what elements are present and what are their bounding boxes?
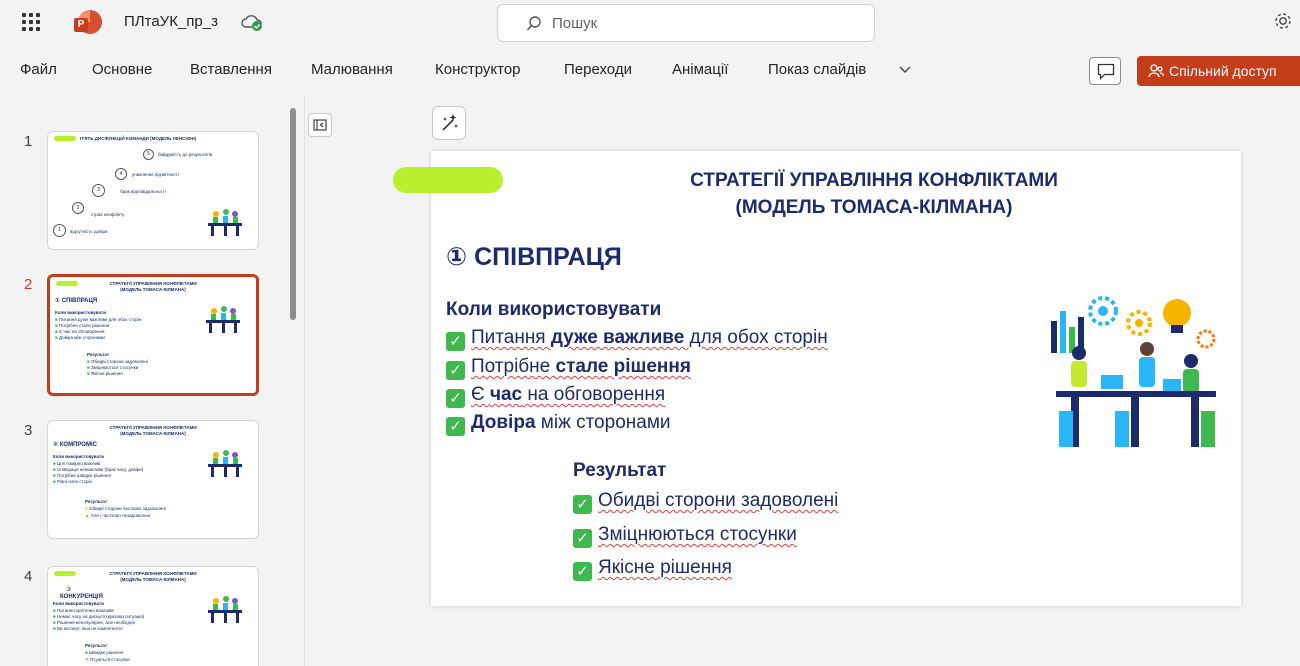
thumb-heading-number: ③ [66,587,72,593]
thumbnails-scrollbar[interactable] [290,108,296,320]
comment-icon [1097,63,1115,80]
teamwork-illustration[interactable] [1051,291,1221,451]
thumbnail-number: 2 [24,276,33,293]
collapse-pane-icon [313,119,327,131]
thumb-item: уникнення підзвітності [132,172,179,177]
bullet-item[interactable]: ✓ Довіра між сторонами [446,412,671,436]
thumb-bullet: ■ Довіра між сторонами [55,335,105,340]
thumb-heading: ② КОМПРОМІС [53,442,97,448]
checkmark-icon: ✓ [573,529,592,548]
thumb-result-item: ▲ Але і частково незадоволені [85,513,151,518]
thumb-when: Коли використовувати [53,601,104,606]
thumb-heading: ① СПІВПРАЦЯ [55,298,98,304]
tab-transitions[interactable]: Переходи [564,61,632,78]
slide-heading[interactable]: ① СПІВПРАЦЯ [446,242,622,272]
result-item[interactable]: ✓ Якісне рішення [573,557,732,581]
checkmark-icon: ✓ [446,332,465,351]
bullet-item[interactable]: ✓ Потрібне стале рішення [446,356,691,380]
thumb-title: П'ЯТЬ ДИСФУНКЦІЙ КОМАНДИ (МОДЕЛЬ ЛЕНСІОН… [80,136,197,141]
slide-thumbnail-4[interactable]: СТРАТЕГІЇ УПРАВЛІННЯ КОНФЛІКТАМИ (МОДЕЛЬ … [47,566,259,666]
tab-insert[interactable]: Вставлення [190,61,272,78]
team-illustration-icon [206,306,240,333]
collapse-pane-button[interactable] [308,113,332,137]
checkmark-icon: ✓ [573,495,592,514]
checkmark-icon: ✓ [446,417,465,436]
thumb-result-item: ■ Якісне рішення [87,371,123,376]
team-illustration-icon [208,209,242,236]
bullet-item[interactable]: ✓ Питання дуже важливе для обох сторін [446,327,828,351]
tab-home[interactable]: Основне [92,61,152,78]
step-circle: 2 [72,202,84,214]
thumbnail-number: 1 [24,133,33,150]
team-illustration-icon [208,596,242,623]
thumb-result: Результат [87,352,110,357]
tab-slideshow[interactable]: Показ слайдів [768,61,866,78]
step-circle: 1 [53,224,66,237]
tab-design[interactable]: Конструктор [435,61,521,78]
settings-gear-icon[interactable] [1272,10,1294,32]
cloud-saved-icon[interactable] [240,12,264,32]
slide-thumbnails-pane: 1 П'ЯТЬ ДИСФУНКЦІЙ КОМАНДИ (МОДЕЛЬ ЛЕНСІ… [0,96,300,666]
thumb-title: СТРАТЕГІЇ УПРАВЛІННЯ КОНФЛІКТАМИ (МОДЕЛЬ … [109,281,197,292]
highlight-mark [54,136,76,141]
chevron-down-icon[interactable] [898,62,912,76]
thumb-item: брак відповідальності [120,189,166,194]
thumbnail-number: 4 [24,568,33,585]
when-to-use-label[interactable]: Коли використовувати [446,299,661,321]
slide-canvas[interactable]: СТРАТЕГІЇ УПРАВЛІННЯ КОНФЛІКТАМИ (МОДЕЛЬ … [393,151,1241,606]
thumb-heading: КОНКУРЕНЦІЯ [60,594,103,600]
slide-thumbnail-1[interactable]: П'ЯТЬ ДИСФУНКЦІЙ КОМАНДИ (МОДЕЛЬ ЛЕНСІОН… [47,131,259,250]
thumb-result: Результат [85,643,108,648]
team-illustration-icon [208,450,242,477]
step-circle: 3 [92,184,105,197]
checkmark-icon: ✓ [446,389,465,408]
thumb-result: Результат [85,499,108,504]
search-box[interactable]: Пошук [497,4,875,42]
search-icon [526,16,541,31]
comments-button[interactable] [1089,57,1121,85]
title-bar: P ПЛтаУК_пр_з Пошук [0,0,1300,46]
slide-thumbnail-2[interactable]: СТРАТЕГІЇ УПРАВЛІННЯ КОНФЛІКТАМИ (МОДЕЛЬ … [47,274,259,396]
thumb-item: відсутність довіри [70,229,108,234]
thumbnail-number: 3 [24,422,33,439]
app-launcher-icon[interactable] [22,13,40,31]
checkmark-icon: ✓ [446,361,465,380]
thumb-bullet: ■ Ви експерт, інші не компетентні [53,626,123,631]
thumb-result-item: ✕ Псуються стосунки [85,657,130,662]
thumb-bullet: ■ Рівні сили сторін [53,479,93,484]
designer-button[interactable] [432,106,466,140]
result-item[interactable]: ✓ Зміцнюються стосунки [573,524,797,548]
thumb-when: Коли використовувати [53,454,104,459]
thumb-result-item: ■ Швидке рішення [85,650,124,655]
tab-file[interactable]: Файл [20,61,57,78]
share-label: Спільний доступ [1169,63,1277,79]
tab-animations[interactable]: Анімації [672,61,728,78]
thumb-when: Коли використовувати [55,310,106,315]
powerpoint-logo-icon: P [74,10,102,34]
people-icon [1148,64,1164,78]
thumb-item: байдужість до результатів [158,152,213,157]
step-circle: 5 [143,149,154,160]
checkmark-icon: ✓ [573,562,592,581]
highlight-mark [393,167,503,193]
result-item[interactable]: ✓ Обидві сторони задоволені [573,490,838,514]
magic-wand-icon [442,114,458,131]
step-circle: 4 [115,168,127,180]
tab-draw[interactable]: Малювання [311,61,393,78]
search-placeholder: Пошук [552,15,598,32]
pane-divider[interactable] [304,96,305,666]
thumb-item: страх конфлікту [91,212,125,217]
share-button[interactable]: Спільний доступ [1137,56,1300,86]
thumb-title: СТРАТЕГІЇ УПРАВЛІННЯ КОНФЛІКТАМИ (МОДЕЛЬ … [109,425,197,436]
bullet-item[interactable]: ✓ Є час на обговорення [446,384,665,408]
slide-title[interactable]: СТРАТЕГІЇ УПРАВЛІННЯ КОНФЛІКТАМИ (МОДЕЛЬ … [599,167,1149,221]
result-label[interactable]: Результат [573,460,666,482]
document-title[interactable]: ПЛтаУК_пр_з [124,13,218,30]
thumb-result-item: ● Обидві сторони частково задоволені [85,506,166,511]
slide-thumbnail-3[interactable]: СТРАТЕГІЇ УПРАВЛІННЯ КОНФЛІКТАМИ (МОДЕЛЬ … [47,420,259,539]
thumb-title: СТРАТЕГІЇ УПРАВЛІННЯ КОНФЛІКТАМИ (МОДЕЛЬ … [109,571,197,582]
